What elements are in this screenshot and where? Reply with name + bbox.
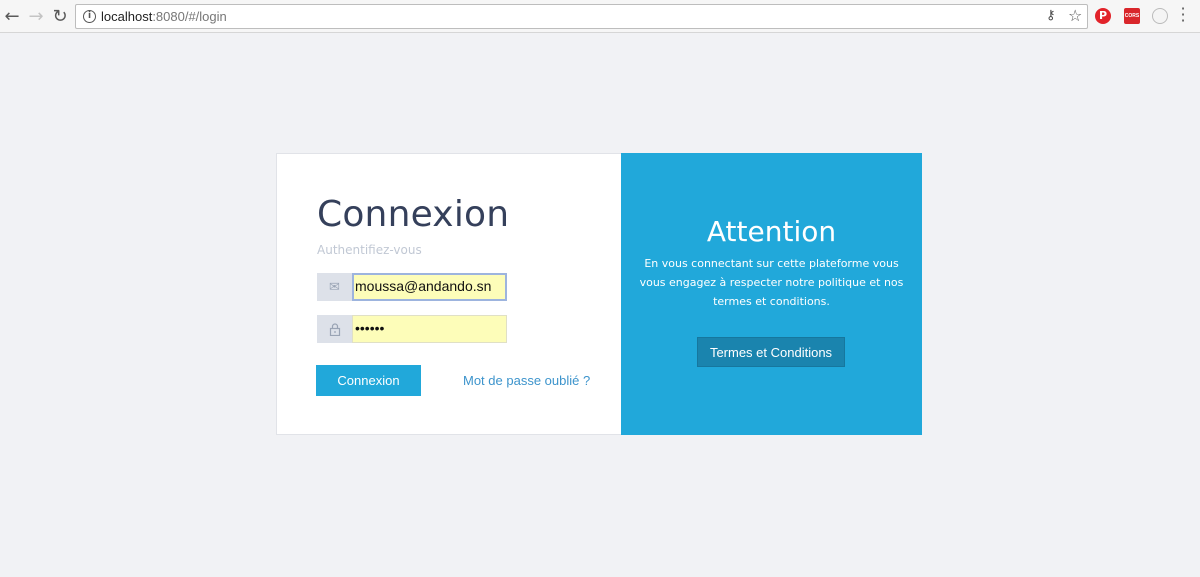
terms-button[interactable]: Termes et Conditions xyxy=(697,337,845,367)
lock-icon xyxy=(317,315,352,343)
lock-icon-svg xyxy=(329,322,340,336)
password-input[interactable]: •••••• xyxy=(352,315,507,343)
back-arrow-icon[interactable]: ← xyxy=(2,6,22,27)
forward-arrow-icon[interactable]: → xyxy=(26,6,46,27)
login-panel: Connexion Authentifiez-vous ✉ moussa@and… xyxy=(276,153,621,435)
address-bar[interactable]: i localhost:8080/#/login ⚷ ☆ xyxy=(75,4,1088,29)
pinterest-icon[interactable]: P xyxy=(1095,8,1111,24)
attention-panel: Attention En vous connectant sur cette p… xyxy=(621,153,922,435)
url-text: localhost:8080/#/login xyxy=(101,9,227,24)
login-button[interactable]: Connexion xyxy=(316,365,421,396)
page-subtitle: Authentifiez-vous xyxy=(317,243,422,257)
attention-text: En vous connectant sur cette plateforme … xyxy=(639,257,904,308)
extension-circle-icon[interactable] xyxy=(1152,8,1168,24)
cors-extension-icon[interactable]: CORS xyxy=(1124,8,1140,24)
email-field-group: ✉ moussa@andando.sn xyxy=(317,273,507,301)
bookmark-star-icon[interactable]: ☆ xyxy=(1068,6,1082,25)
browser-toolbar: ← → ↻ i localhost:8080/#/login ⚷ ☆ P COR… xyxy=(0,0,1200,33)
key-icon[interactable]: ⚷ xyxy=(1046,8,1056,23)
info-icon[interactable]: i xyxy=(83,10,96,23)
url-path: :8080/#/login xyxy=(152,9,227,24)
kebab-menu-icon[interactable]: · · · xyxy=(1180,1,1186,29)
password-field-group: •••••• xyxy=(317,315,507,343)
email-input[interactable]: moussa@andando.sn xyxy=(352,273,507,301)
attention-title: Attention xyxy=(706,215,837,248)
reload-icon[interactable]: ↻ xyxy=(50,6,70,27)
forgot-password-link[interactable]: Mot de passe oublié ? xyxy=(463,373,590,388)
envelope-icon: ✉ xyxy=(317,273,352,301)
page-title: Connexion xyxy=(317,194,510,235)
url-host: localhost xyxy=(101,9,153,24)
